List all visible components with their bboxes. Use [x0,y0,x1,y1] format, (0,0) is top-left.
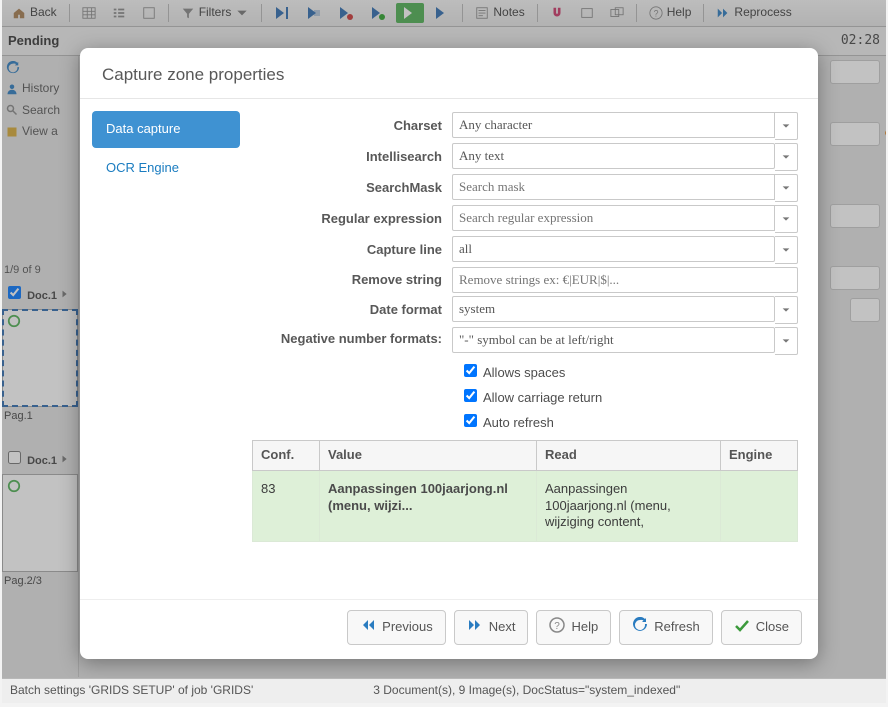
app-screen: Back Filters Notes ? Help [2,0,886,703]
datefmt-caret[interactable] [775,296,798,324]
negfmt-caret[interactable] [775,327,798,355]
mask-input[interactable] [452,174,775,200]
negfmt-select[interactable]: "-" symbol can be at left/right [452,327,775,353]
remove-label: Remove string [252,272,442,289]
intelli-caret[interactable] [775,143,798,171]
datefmt-label: Date format [252,302,442,319]
modal-footer: Previous Next ? Help Refresh Close [80,599,818,659]
col-conf: Conf. [253,440,320,470]
table-row[interactable]: 83 Aanpassingen 100jaarjong.nl (menu, wi… [253,470,798,542]
charset-input[interactable] [452,112,775,138]
mask-label: SearchMask [252,180,442,197]
double-chevron-right-icon [467,617,483,638]
next-button[interactable]: Next [454,610,529,645]
status-left: Batch settings 'GRIDS SETUP' of job 'GRI… [10,683,253,699]
col-value: Value [320,440,537,470]
refresh-icon [632,617,648,638]
capline-label: Capture line [252,242,442,259]
check-cr[interactable]: Allow carriage return [460,386,798,407]
cell-value: Aanpassingen 100jaarjong.nl (menu, wijzi… [320,470,537,542]
intelli-select[interactable]: Any text [452,143,775,169]
help-icon: ? [549,617,565,638]
check-spaces-box[interactable] [464,364,477,377]
col-read: Read [537,440,721,470]
capture-zone-modal: Capture zone properties Data capture OCR… [80,48,818,659]
previous-button[interactable]: Previous [347,610,446,645]
check-spaces[interactable]: Allows spaces [460,361,798,382]
modal-tabs: Data capture OCR Engine [80,99,246,599]
close-button[interactable]: Close [721,610,802,645]
check-icon [734,617,750,638]
check-auto-box[interactable] [464,414,477,427]
tab-datacapture[interactable]: Data capture [92,111,240,148]
capline-select[interactable]: all [452,236,775,262]
refresh-button[interactable]: Refresh [619,610,713,645]
regex-label: Regular expression [252,211,442,228]
remove-input[interactable] [452,267,798,293]
results-table: Conf. Value Read Engine 83 Aanpassingen … [252,440,798,543]
mask-caret[interactable] [775,174,798,202]
help-button-modal[interactable]: ? Help [536,610,611,645]
status-right: 3 Document(s), 9 Image(s), DocStatus="sy… [373,683,680,699]
cell-engine [721,470,798,542]
status-bar: Batch settings 'GRIDS SETUP' of job 'GRI… [2,678,886,703]
negfmt-label: Negative number formats: [252,327,442,347]
charset-label: Charset [252,118,442,135]
tab-ocrengine[interactable]: OCR Engine [92,150,240,187]
col-engine: Engine [721,440,798,470]
datefmt-select[interactable]: system [452,296,775,322]
regex-input[interactable] [452,205,775,231]
check-cr-box[interactable] [464,389,477,402]
double-chevron-left-icon [360,617,376,638]
capline-caret[interactable] [775,236,798,264]
cell-read: Aanpassingen 100jaarjong.nl (menu, wijzi… [537,470,721,542]
svg-text:?: ? [555,621,561,632]
check-auto[interactable]: Auto refresh [460,411,798,432]
modal-form: Charset Intellisearch Any text SearchMas… [246,99,818,599]
modal-title: Capture zone properties [80,48,818,98]
cell-conf: 83 [253,470,320,542]
regex-caret[interactable] [775,205,798,233]
intelli-label: Intellisearch [252,149,442,166]
charset-caret[interactable] [775,112,798,140]
